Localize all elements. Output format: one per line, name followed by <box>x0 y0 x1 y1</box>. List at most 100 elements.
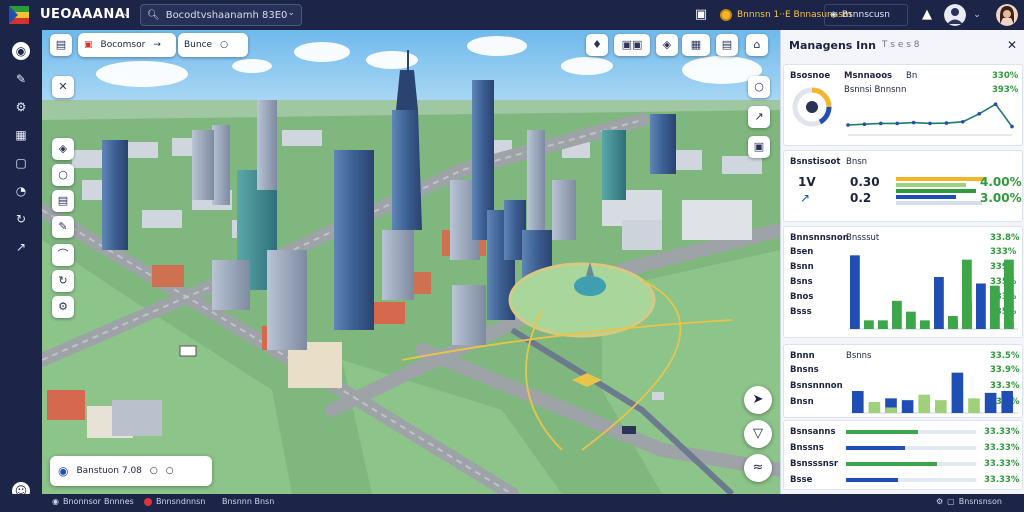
history-icon[interactable]: ↻ <box>12 210 30 228</box>
app-title: UEOAAANAI <box>40 7 131 22</box>
draw-tool-button[interactable]: ⌒ <box>52 244 74 266</box>
settings-icon[interactable]: ⚙ <box>12 98 30 116</box>
city-map[interactable] <box>42 30 780 494</box>
analytics-icon[interactable]: ◔ <box>12 182 30 200</box>
search-icon[interactable]: ○ <box>166 466 174 476</box>
bar-chart-card-2: Bnnn Bsnns 33.5% Bnsns 33.9% Bsnsnnnon 33.3… <box>783 344 1023 418</box>
bottombar-item-4[interactable]: Bnsnnn Bnsn <box>222 497 274 506</box>
settings-icon: ⚙ <box>936 497 944 506</box>
search-icon[interactable]: ○ <box>220 40 228 50</box>
progress-fill <box>846 478 898 482</box>
top-bar: UEOAAANAI ⌄ 🔍︎ Bocodtvshaanamh 83E0 ⌄ ▣ … <box>0 0 1024 30</box>
shield-tool-button[interactable]: ◈ <box>52 138 74 160</box>
chart1-heading: Bnnsnnsnon <box>790 233 849 243</box>
bookmark-button[interactable]: ▣ <box>748 136 770 158</box>
map-layers-button[interactable]: ▤ <box>50 34 72 56</box>
city-map-viewport[interactable]: ▤ ▣ Bocomsor → Bunce ○ ♦ ▣▣ ◈ ▦ ▤ ⌂ ✕ ◈ … <box>42 30 780 494</box>
zoom-in-button[interactable]: ○ <box>748 76 770 98</box>
bottombar-item-5-label: Bnsnsnson <box>958 497 1002 506</box>
left-rail: ◉ ✎ ⚙ ▦ ▢ ◔ ↻ ↗ ☺ <box>0 30 42 500</box>
info-card[interactable]: ◉ Banstuon 7.08 ○ ○ <box>50 456 212 486</box>
rate-bar-1 <box>896 177 986 181</box>
pin-button[interactable]: ▽ <box>744 420 772 448</box>
shield-icon: ◈ <box>830 10 837 20</box>
map-toolbar-label[interactable]: Bocomsor <box>101 40 146 50</box>
chevron-down-icon[interactable]: ⌄ <box>122 8 130 19</box>
bottombar-item-2-label: Bnnnes <box>104 497 134 506</box>
bookmark-icon[interactable]: ▣ <box>692 6 710 24</box>
notifications-icon[interactable]: ▲ <box>918 6 936 24</box>
list-row-label: Bsnsssnsr <box>790 459 839 469</box>
bar <box>918 394 931 413</box>
edit-tool-button[interactable]: ✎ <box>52 216 74 238</box>
close-icon[interactable]: ✕ <box>1007 38 1017 52</box>
globe-icon: ◉ <box>52 497 59 506</box>
dashboard-icon[interactable]: ◉ <box>12 42 30 60</box>
avatar[interactable] <box>944 4 966 26</box>
edit-icon[interactable]: ✎ <box>12 70 30 88</box>
location-button[interactable]: ➤ <box>744 386 772 414</box>
rates-value-b: 0.2 <box>850 191 872 205</box>
rate-bar-4 <box>896 195 956 199</box>
info-card-label: Banstuon 7.08 <box>76 466 142 476</box>
chat-icon[interactable]: ▢ <box>12 154 30 172</box>
user-avatar[interactable] <box>996 4 1018 26</box>
bar <box>984 392 997 413</box>
bottombar-item-1[interactable]: ◉ Bnonnsor <box>52 497 101 506</box>
row-label: Bsss <box>790 307 812 317</box>
kpi-card: Bsosnoe Msnnaoos Bn 330% Bsnnsi Bnnsnn 3… <box>783 64 1023 146</box>
document-tool-button[interactable]: ▤ <box>52 190 74 212</box>
bar <box>1001 391 1014 413</box>
chart2-top-value: 33.5% <box>990 351 1020 361</box>
home-button[interactable]: ⌂ <box>746 34 768 56</box>
chat-tool-button[interactable]: ○ <box>52 164 74 186</box>
chevron-down-icon[interactable]: ⌄ <box>287 8 295 18</box>
bar <box>885 407 897 413</box>
search-input[interactable]: 🔍︎ Bocodtvshaanamh 83E0 ⌄ <box>140 4 302 26</box>
vehicle-icon[interactable] <box>622 426 636 434</box>
zone-selector[interactable]: ◈ Bsnnscusn <box>824 4 908 26</box>
rates-card: Bsnstisoot Bnsn 1V ↗ 0.30 0.2 4.00% 3.00… <box>783 150 1023 222</box>
arrow-right-icon[interactable]: → <box>153 40 161 50</box>
kpi-value-1: 330% <box>992 71 1019 81</box>
vehicle-icon[interactable] <box>652 392 664 400</box>
camera-button[interactable]: ▣▣ <box>614 34 650 56</box>
bottombar-item-5[interactable]: ⚙ ▢ Bnsnsnson <box>936 497 1002 506</box>
chart2-heading: Bnnn <box>790 351 815 361</box>
bottombar-item-4-label: Bnsnnn Bnsn <box>222 497 275 506</box>
rates-heading-2: Bnsn <box>846 157 868 167</box>
refresh-tool-button[interactable]: ↻ <box>52 270 74 292</box>
bar-chart-1 <box>848 255 1018 330</box>
rates-heading: Bsnstisoot <box>790 157 841 167</box>
map-toolbar-label-2[interactable]: Bunce <box>184 40 212 50</box>
grid-button[interactable]: ▦ <box>682 34 710 56</box>
bar <box>976 283 986 329</box>
move-button[interactable]: ↗ <box>748 106 770 128</box>
alert-button[interactable]: ♦ <box>586 34 608 56</box>
tool-icon[interactable]: ▣ <box>84 40 93 50</box>
shield-button[interactable]: ◈ <box>656 34 678 56</box>
close-tool-button[interactable]: ✕ <box>52 76 74 98</box>
bar <box>868 402 881 413</box>
bottombar-item-3[interactable]: Bnnsndnnsn <box>144 497 205 506</box>
bar <box>934 277 944 329</box>
dome-building <box>574 276 606 296</box>
line-point <box>911 120 916 125</box>
bar <box>962 259 972 329</box>
line-point <box>879 121 883 126</box>
chat-icon[interactable]: ○ <box>150 466 158 476</box>
chevron-down-icon[interactable]: ⌄ <box>968 6 986 24</box>
vehicle-icon[interactable] <box>179 345 197 357</box>
document-button[interactable]: ▤ <box>716 34 738 56</box>
layers-icon[interactable]: ▦ <box>12 126 30 144</box>
compass-button[interactable]: ≈ <box>744 454 772 482</box>
row-label: Bnos <box>790 292 814 302</box>
bar-chart-card-1: Bnnsnnsnon Bnsssut 33.8% Bsen 333% Bsnn 339… <box>783 226 1023 338</box>
plaza <box>508 262 656 338</box>
share-icon[interactable]: ↗ <box>12 238 30 256</box>
gear-tool-button[interactable]: ⚙ <box>52 296 74 318</box>
search-icon: 🔍︎ <box>147 9 160 21</box>
bottombar-item-2[interactable]: Bnnnes <box>104 497 134 506</box>
line-point <box>993 102 998 106</box>
bar <box>850 255 860 329</box>
